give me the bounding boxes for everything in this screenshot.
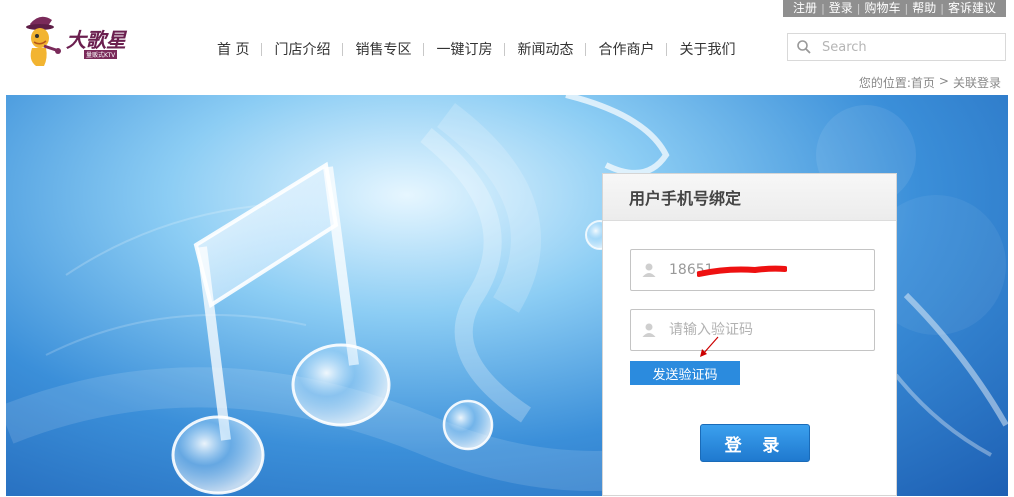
panel-title: 用户手机号绑定 [629, 189, 742, 208]
breadcrumb-current: 关联登录 [952, 76, 1001, 90]
login-button[interactable]: 登 录 [700, 424, 810, 462]
cart-link[interactable]: 购物车 [861, 0, 905, 17]
nav-stores[interactable]: 门店介绍 [262, 39, 342, 59]
logo-subtext: 量贩式KTV [84, 50, 118, 59]
nav-home[interactable]: 首 页 [205, 39, 261, 59]
redaction-mark [697, 265, 787, 277]
breadcrumb-separator: > [938, 74, 949, 88]
nav-sales[interactable]: 销售专区 [343, 39, 423, 59]
breadcrumb-prefix: 您的位置: [858, 76, 911, 90]
site-logo[interactable]: 大歌星 量贩式KTV [18, 10, 138, 72]
nav-partners[interactable]: 合作商户 [586, 39, 666, 59]
user-icon [642, 263, 656, 277]
user-icon [642, 323, 656, 337]
help-link[interactable]: 帮助 [908, 0, 940, 17]
nav-booking[interactable]: 一键订房 [424, 39, 504, 59]
search-icon[interactable] [796, 39, 812, 55]
feedback-link[interactable]: 客诉建议 [944, 0, 1000, 17]
panel-header: 用户手机号绑定 [603, 174, 896, 221]
search-input[interactable] [820, 38, 994, 56]
nav-news[interactable]: 新闻动态 [505, 39, 585, 59]
send-code-button[interactable]: 发送验证码 [630, 361, 740, 385]
logo-text: 大歌星 [66, 28, 126, 52]
verification-code-field[interactable] [630, 309, 875, 351]
register-link[interactable]: 注册 [789, 0, 821, 17]
top-utility-bar: 注册 | 登录 | 购物车 | 帮助 | 客诉建议 [783, 0, 1006, 17]
verification-code-input[interactable] [667, 321, 861, 339]
nav-about[interactable]: 关于我们 [667, 39, 747, 59]
breadcrumb: 您的位置: 首页 > 关联登录 [859, 74, 1001, 91]
main-nav: 首 页 门店介绍 销售专区 一键订房 新闻动态 合作商户 关于我们 [205, 38, 747, 60]
phone-field[interactable] [630, 249, 875, 291]
search-box [787, 33, 1006, 61]
login-link[interactable]: 登录 [825, 0, 857, 17]
login-panel: 用户手机号绑定 发送验证码 登 录 [602, 173, 897, 496]
breadcrumb-home[interactable]: 首页 [911, 74, 935, 91]
